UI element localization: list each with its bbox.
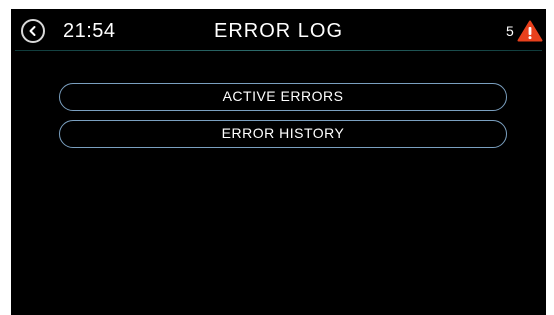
header-bar: 21:54 ERROR LOG 5 (11, 9, 546, 51)
header-divider (15, 50, 542, 51)
active-errors-button[interactable]: ACTIVE ERRORS (59, 83, 507, 111)
warning-icon[interactable] (517, 20, 543, 42)
page-title: ERROR LOG (213, 20, 344, 42)
alert-count: 5 (506, 23, 514, 39)
error-history-button[interactable]: ERROR HISTORY (59, 120, 507, 148)
device-screen: 21:54 ERROR LOG 5 ACTIVE ERRORS ERROR HI… (11, 9, 546, 315)
